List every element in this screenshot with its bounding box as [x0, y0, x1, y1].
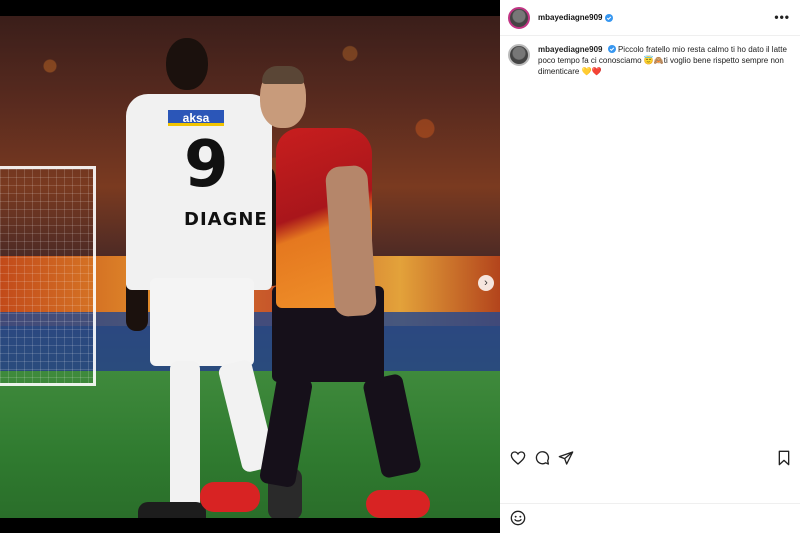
shirt-name: DIAGNE [184, 209, 268, 230]
post-side-panel: mbayediagne909 ••• mbayediagne909 Piccol… [500, 0, 800, 533]
post-username[interactable]: mbayediagne909 [538, 13, 602, 22]
shirt-sponsor: aksa [168, 110, 224, 126]
goal-frame [0, 166, 96, 386]
player-red-boot-right [366, 490, 430, 518]
shirt-number: 9 [184, 128, 229, 202]
heart-icon[interactable] [510, 450, 526, 466]
player-white-shorts [150, 278, 254, 366]
bookmark-icon[interactable] [776, 450, 792, 466]
caption: mbayediagne909 Piccolo fratello mio rest… [508, 44, 792, 77]
player-white-leg-left [170, 361, 200, 511]
caption-username[interactable]: mbayediagne909 [538, 45, 602, 54]
action-bar [510, 450, 792, 466]
top-letterbox [0, 0, 500, 16]
comment-icon[interactable] [534, 450, 550, 466]
carousel-next-button[interactable]: › [478, 275, 494, 291]
player-white-boot-left [138, 502, 206, 518]
bottom-letterbox [0, 518, 500, 533]
avatar[interactable] [508, 6, 530, 29]
verified-badge-icon [605, 13, 614, 22]
divider [500, 503, 800, 504]
more-options-icon[interactable]: ••• [774, 10, 790, 24]
post-header: mbayediagne909 ••• [500, 0, 800, 36]
emoji-icon[interactable] [510, 510, 526, 526]
player-white-head [166, 38, 208, 90]
verified-badge-icon [607, 45, 616, 53]
post-image: aksa 9 DIAGNE › [0, 16, 500, 518]
caption-avatar[interactable] [508, 44, 530, 66]
chevron-right-icon: › [484, 277, 488, 289]
player-red-hair [262, 66, 304, 84]
caption-text-block: mbayediagne909 Piccolo fratello mio rest… [538, 44, 792, 77]
send-icon[interactable] [558, 450, 574, 466]
player-red-boot-left [200, 482, 260, 512]
